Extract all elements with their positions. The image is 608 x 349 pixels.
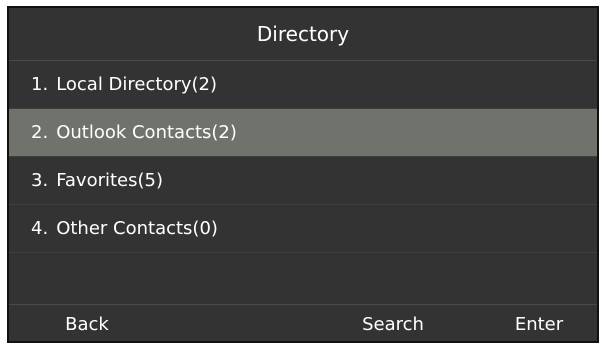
enter-softkey[interactable]: Enter [491,305,587,341]
menu-item-number: 1. [31,74,49,95]
directory-menu-list: 1. Local Directory(2) 2. Outlook Contact… [9,61,597,253]
search-softkey-label: Search [362,313,424,335]
empty-softkey[interactable] [187,305,283,341]
directory-screen: Directory 1. Local Directory(2) 2. Outlo… [9,8,597,341]
enter-softkey-label: Enter [514,313,564,335]
menu-item-number: 3. [31,170,49,191]
menu-item-label: Outlook Contacts(2) [56,122,237,143]
phone-screen-frame: Directory 1. Local Directory(2) 2. Outlo… [7,6,599,343]
menu-item-local-directory[interactable]: 1. Local Directory(2) [9,61,597,109]
menu-item-favorites[interactable]: 3. Favorites(5) [9,157,597,205]
back-softkey-label: Back [65,313,109,335]
page-title: Directory [9,8,597,60]
softkey-bar: Back Search Enter [9,305,597,341]
back-softkey[interactable]: Back [39,305,135,341]
menu-item-number: 2. [31,122,49,143]
menu-item-other-contacts[interactable]: 4. Other Contacts(0) [9,205,597,253]
menu-item-number: 4. [31,218,49,239]
search-softkey[interactable]: Search [333,305,453,341]
menu-item-outlook-contacts[interactable]: 2. Outlook Contacts(2) [9,109,597,157]
menu-item-label: Other Contacts(0) [56,218,218,239]
menu-item-label: Local Directory(2) [56,74,218,95]
menu-item-label: Favorites(5) [56,170,163,191]
page-title-text: Directory [256,22,350,46]
